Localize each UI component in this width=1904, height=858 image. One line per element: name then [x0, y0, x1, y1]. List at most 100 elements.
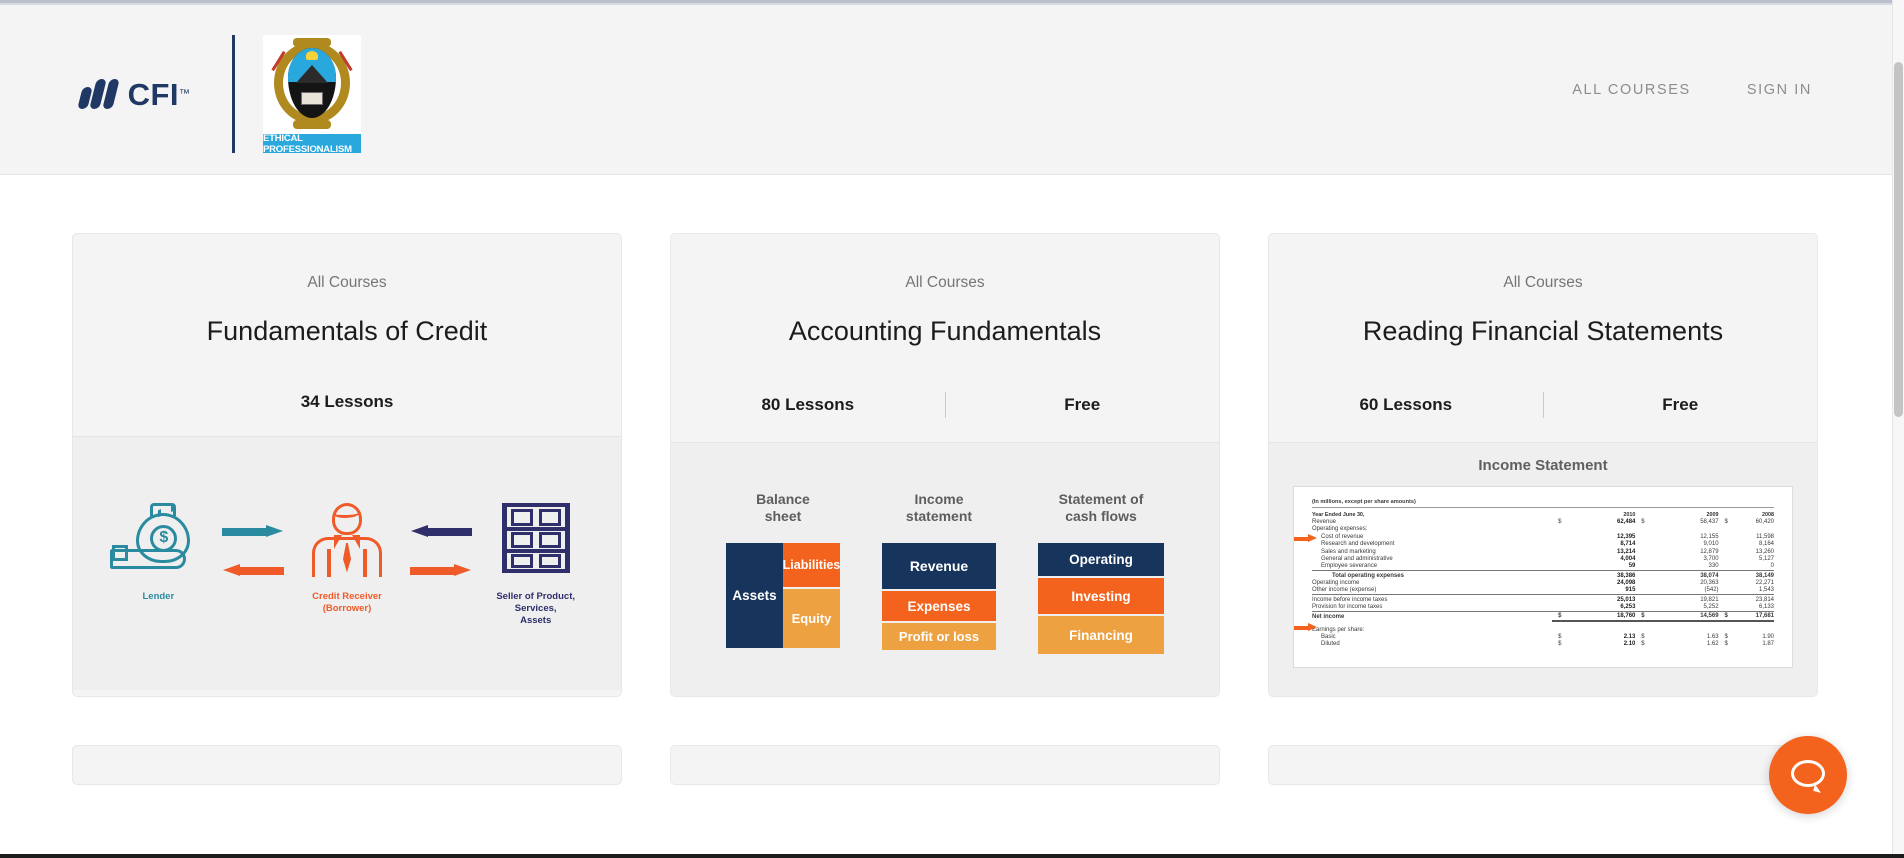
- row-value: [1728, 526, 1774, 533]
- fs-column-cash-flows: Statement of cash flows Operating Invest…: [1038, 491, 1164, 654]
- row-value: [1728, 626, 1774, 633]
- scrollbar-track[interactable]: [1892, 0, 1904, 858]
- fs-heading-line2: sheet: [764, 508, 802, 524]
- card-title: Fundamentals of Credit: [206, 316, 488, 346]
- currency-symbol: [1718, 570, 1728, 580]
- arrow-right-orange-icon: [410, 563, 472, 577]
- row-value: 60,420: [1755, 519, 1774, 526]
- row-label: Net income: [1312, 610, 1553, 621]
- fs-block-expenses: Expenses: [882, 591, 996, 621]
- course-row-2-partial: [72, 745, 1820, 785]
- currency-symbol: $: [1558, 641, 1562, 648]
- table-row: Cost of revenue 12,395 12,155 11,598: [1312, 533, 1774, 540]
- row-value: 12,155: [1700, 533, 1719, 540]
- financial-statements-diagram: Balance sheet Assets Liabilities Equity: [726, 485, 1164, 654]
- currency-symbol: [1719, 541, 1728, 548]
- currency-symbol: $: [1724, 641, 1728, 648]
- row-value: 38,386: [1561, 570, 1636, 580]
- currency-symbol: [1635, 603, 1644, 611]
- flow-label-seller-line3: Assets: [520, 614, 552, 626]
- currency-symbol: [1719, 548, 1728, 555]
- currency-symbol: [1635, 548, 1644, 555]
- table-row: Operating income 24,098 20,363 22,271: [1312, 579, 1774, 586]
- currency-symbol: [1552, 541, 1561, 548]
- row-value: 1.62: [1706, 641, 1719, 648]
- flow-label-borrower-line1: Credit Receiver: [312, 590, 382, 602]
- fs-block-financing: Financing: [1038, 616, 1164, 654]
- row-value: 12,395: [1617, 533, 1636, 540]
- currency-symbol: [1635, 594, 1645, 604]
- currency-symbol: [1552, 533, 1561, 540]
- currency-symbol: $: [1724, 634, 1728, 641]
- credit-flow-diagram: $ Lender Credit Receiver (Borrower) Sell…: [73, 501, 621, 627]
- currency-symbol: [1719, 579, 1728, 586]
- nav-sign-in[interactable]: SIGN IN: [1747, 82, 1812, 98]
- fs-block-investing: Investing: [1038, 578, 1164, 614]
- currency-symbol: [1635, 563, 1644, 571]
- currency-symbol: [1719, 526, 1728, 533]
- course-card-partial-3[interactable]: [1268, 745, 1818, 785]
- column-header-year: 2010: [1623, 511, 1636, 518]
- currency-symbol: $: [1552, 610, 1562, 622]
- course-card-reading-financial-statements[interactable]: All Courses Reading Financial Statements…: [1268, 233, 1818, 697]
- table-row: Sales and marketing 13,214 12,879 13,260: [1312, 548, 1774, 555]
- currency-cell: [1719, 511, 1728, 518]
- site-header: CFI ™ ETHICAL PROFESSIONALISM ALL COURSE…: [0, 5, 1892, 175]
- row-value: 22,271: [1755, 579, 1774, 586]
- chat-launcher-button[interactable]: [1769, 736, 1847, 814]
- flow-label-borrower: Credit Receiver (Borrower): [312, 591, 382, 615]
- money-bag-hand-icon: $: [110, 501, 206, 577]
- table-row: Research and development 8,714 9,010 8,164: [1312, 541, 1774, 548]
- row-value: 1.90: [1762, 634, 1774, 641]
- table-row: Other income (expense) 915 (542) 1,543: [1312, 587, 1774, 595]
- flow-label-borrower-line2: (Borrower): [322, 602, 372, 614]
- table-row: General and administrative 4,004 3,700 5,12…: [1312, 555, 1774, 562]
- flow-node-borrower: Credit Receiver (Borrower): [284, 501, 411, 615]
- row-value: 4,004: [1620, 555, 1636, 562]
- card-meta: 60 Lessons Free: [1269, 392, 1817, 442]
- row-value: 62,484: [1617, 519, 1636, 526]
- cfi-logo[interactable]: CFI ™: [77, 71, 190, 117]
- column-header-year: 2009: [1706, 511, 1719, 518]
- row-value: 6,253: [1620, 604, 1636, 610]
- row-value: [1645, 526, 1719, 533]
- arrow-left-orange-icon: [222, 563, 284, 577]
- scrollbar-thumb[interactable]: [1894, 62, 1903, 417]
- card-header: All Courses Reading Financial Statements: [1269, 234, 1817, 348]
- cfi-logo-mark-icon: [77, 79, 121, 109]
- card-price: Free: [1064, 395, 1101, 414]
- row-value: 17,681: [1727, 610, 1774, 622]
- row-label: Other income (expense): [1312, 587, 1377, 594]
- table-row: Diluted $2.10 $1.62 $1.87: [1312, 641, 1774, 648]
- fs-block-assets: Assets: [726, 543, 783, 648]
- row-value: 1,543: [1758, 587, 1774, 594]
- row-value: 5,127: [1758, 555, 1774, 562]
- currency-symbol: [1552, 603, 1561, 611]
- table-row: Operating expenses:: [1312, 526, 1774, 533]
- course-card-partial-2[interactable]: [670, 745, 1220, 785]
- currency-symbol: [1635, 587, 1644, 595]
- course-card-partial-1[interactable]: [72, 745, 622, 785]
- course-card-fundamentals-of-credit[interactable]: All Courses Fundamentals of Credit 34 Le…: [72, 233, 622, 697]
- currency-symbol: $: [1641, 634, 1645, 641]
- income-statement-table: Year Ended June 30, 2010 2009 2008 Revenue $6…: [1312, 511, 1774, 648]
- row-value: 18,760: [1561, 610, 1636, 622]
- flow-label-lender: Lender: [142, 590, 175, 602]
- currency-symbol: [1718, 594, 1728, 604]
- row-value: 24,098: [1617, 579, 1636, 586]
- fs-heading-line1: Balance: [756, 491, 810, 507]
- row-value: 13,214: [1617, 548, 1636, 555]
- currency-symbol: $: [1558, 634, 1562, 641]
- course-card-accounting-fundamentals[interactable]: All Courses Accounting Fundamentals 80 L…: [670, 233, 1220, 697]
- row-value: 6,133: [1758, 604, 1774, 610]
- arrow-right-teal-icon: [221, 524, 284, 538]
- row-value: [1562, 526, 1636, 533]
- nav-all-courses[interactable]: ALL COURSES: [1572, 82, 1691, 98]
- row-label: Total operating expenses: [1312, 570, 1553, 580]
- fs-column-income-statement: Income statement Revenue Expenses Profit…: [882, 491, 996, 650]
- table-row: Income before income taxes 25,013 19,821 23…: [1312, 594, 1774, 604]
- row-value: 2.10: [1623, 641, 1636, 648]
- income-statement-blocks: Revenue Expenses Profit or loss: [882, 543, 996, 650]
- row-label: Revenue: [1312, 519, 1337, 526]
- pointer-arrow-operating-expenses-icon: [1294, 534, 1318, 543]
